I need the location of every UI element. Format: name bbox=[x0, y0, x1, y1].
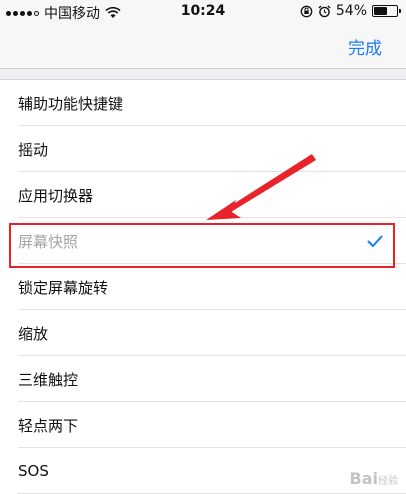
list-item-double-tap[interactable]: 轻点两下 bbox=[0, 402, 406, 448]
list-item-label: 应用切换器 bbox=[18, 186, 94, 205]
status-right: 54% bbox=[300, 3, 401, 19]
list-item-zoom[interactable]: 缩放 bbox=[0, 310, 406, 356]
list-item-sos[interactable]: SOS bbox=[0, 448, 406, 494]
list-item-lock-rotation[interactable]: 锁定屏幕旋转 bbox=[0, 264, 406, 310]
watermark-logo: Bai经验 bbox=[349, 469, 398, 488]
list-item-label: 轻点两下 bbox=[18, 416, 79, 435]
list-item-label: 三维触控 bbox=[18, 370, 79, 389]
list-item-app-switcher[interactable]: 应用切换器 bbox=[0, 172, 406, 218]
checkmark-icon bbox=[367, 235, 383, 247]
list-item-label: 摇动 bbox=[18, 140, 49, 159]
list-item-label: 缩放 bbox=[18, 324, 49, 343]
list-item-label: SOS bbox=[18, 462, 49, 480]
list-item-label: 屏幕快照 bbox=[18, 232, 79, 251]
battery-percent: 54% bbox=[335, 3, 367, 19]
list-item-3d-touch[interactable]: 三维触控 bbox=[0, 356, 406, 402]
status-bar: 中国移动 10:24 54% bbox=[0, 0, 406, 24]
shortcut-options-list: 辅助功能快捷键 摇动 应用切换器 屏幕快照 锁定屏幕旋转 缩放 三维触控 轻点两… bbox=[0, 79, 406, 494]
list-item-shake[interactable]: 摇动 bbox=[0, 126, 406, 172]
list-item-accessibility-shortcut[interactable]: 辅助功能快捷键 bbox=[0, 80, 406, 126]
list-item-screenshot[interactable]: 屏幕快照 bbox=[0, 218, 406, 264]
list-item-label: 辅助功能快捷键 bbox=[18, 94, 124, 113]
done-button[interactable]: 完成 bbox=[348, 34, 382, 59]
navigation-bar: 完成 bbox=[0, 24, 406, 69]
battery-icon bbox=[372, 5, 401, 17]
battery-level bbox=[374, 7, 387, 15]
alarm-icon bbox=[318, 5, 331, 17]
rotation-lock-icon bbox=[300, 5, 313, 17]
list-item-label: 锁定屏幕旋转 bbox=[18, 278, 109, 297]
